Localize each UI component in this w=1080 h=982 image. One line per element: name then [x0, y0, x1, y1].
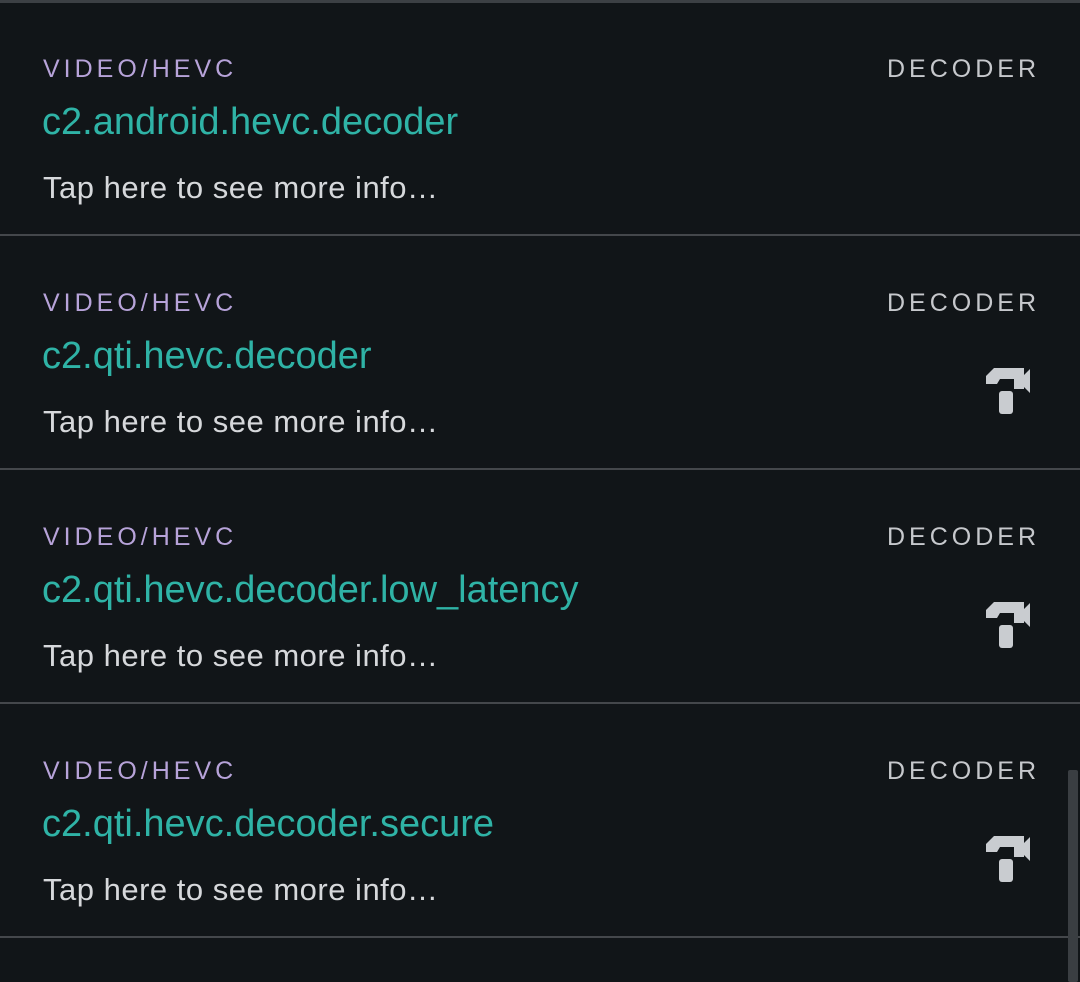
codec-name: c2.qti.hevc.decoder.low_latency	[42, 569, 579, 611]
hammer-icon	[986, 836, 1030, 882]
scrollbar[interactable]	[1068, 770, 1078, 982]
codec-mime-type: VIDEO/HEVC	[43, 523, 238, 551]
more-info-hint: Tap here to see more info…	[43, 872, 439, 907]
hammer-icon	[986, 368, 1030, 414]
codec-item[interactable]: VIDEO/HEVC DECODER c2.qti.hevc.decoder.l…	[0, 472, 1080, 704]
codec-name: c2.qti.hevc.decoder.secure	[42, 803, 495, 845]
codec-kind: DECODER	[886, 289, 1040, 317]
codec-list-screen: VIDEO/HEVC DECODER c2.android.hevc.decod…	[0, 0, 1080, 982]
codec-kind: DECODER	[886, 523, 1040, 551]
more-info-hint: Tap here to see more info…	[43, 638, 439, 673]
top-divider	[0, 0, 1080, 3]
codec-name: c2.qti.hevc.decoder	[42, 335, 372, 377]
codec-item[interactable]: VIDEO/HEVC DECODER c2.qti.hevc.decoder.s…	[0, 706, 1080, 938]
more-info-hint: Tap here to see more info…	[43, 170, 439, 205]
more-info-hint: Tap here to see more info…	[43, 404, 439, 439]
codec-mime-type: VIDEO/HEVC	[43, 289, 238, 317]
codec-item[interactable]: VIDEO/HEVC DECODER c2.android.hevc.decod…	[0, 4, 1080, 236]
codec-mime-type: VIDEO/HEVC	[43, 55, 238, 83]
codec-kind: DECODER	[886, 757, 1040, 785]
codec-item[interactable]: VIDEO/HEVC DECODER c2.qti.hevc.decoder T…	[0, 238, 1080, 470]
codec-kind: DECODER	[886, 55, 1040, 83]
codec-name: c2.android.hevc.decoder	[42, 101, 459, 143]
codec-mime-type: VIDEO/HEVC	[43, 757, 238, 785]
hammer-icon	[986, 602, 1030, 648]
